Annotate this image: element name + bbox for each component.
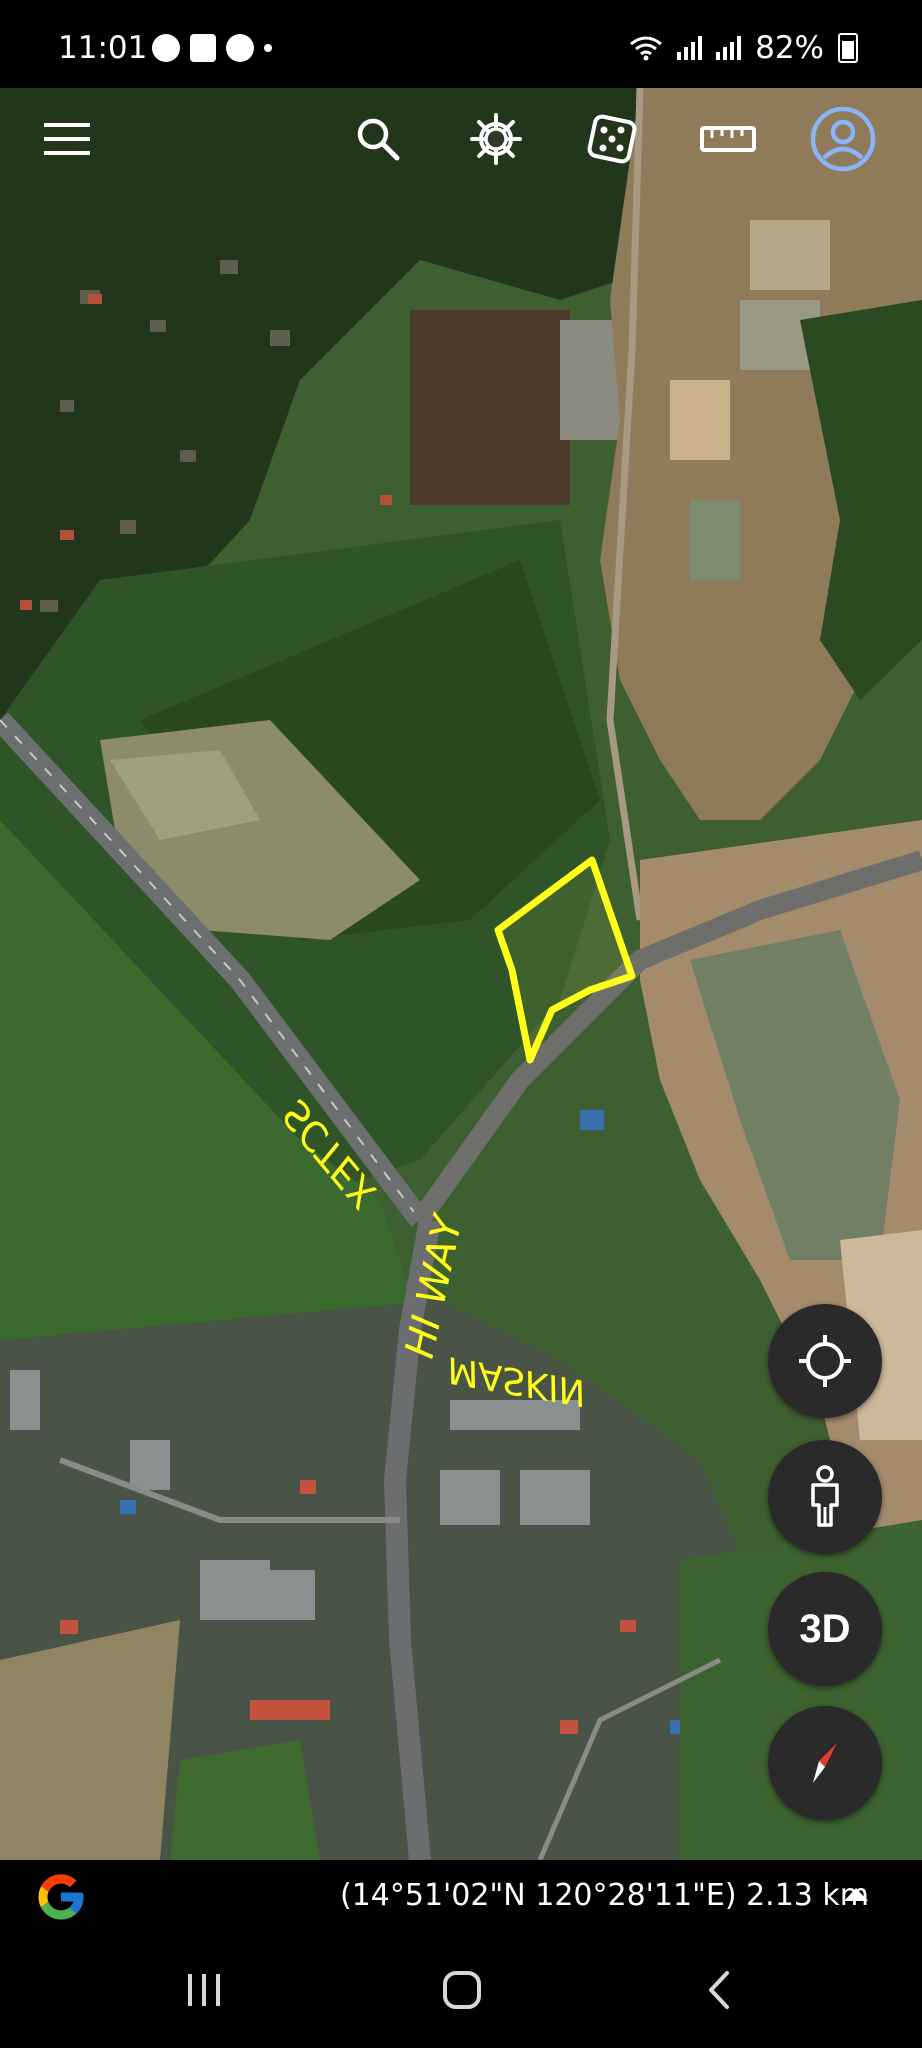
street-view-button[interactable] <box>768 1440 882 1554</box>
notification-icons <box>152 34 272 62</box>
messenger-icon <box>226 34 254 62</box>
3d-label: 3D <box>799 1606 851 1651</box>
my-location-icon <box>799 1335 851 1387</box>
more-notifications-dot-icon <box>264 44 272 52</box>
status-right: 82% <box>629 30 858 66</box>
voyager-icon[interactable] <box>466 109 526 169</box>
wifi-icon <box>630 36 663 61</box>
map-footer: (14°51'02"N 120°28'11"E) 2.13 km <box>0 1860 922 1932</box>
shop-icon <box>190 34 216 62</box>
measure-ruler-icon[interactable] <box>698 109 758 169</box>
status-time: 11:01 <box>58 30 148 66</box>
back-icon <box>709 1971 729 2009</box>
account-icon[interactable] <box>808 104 878 174</box>
compass-icon <box>813 1743 837 1783</box>
3d-toggle-button[interactable]: 3D <box>768 1572 882 1686</box>
menu-icon[interactable] <box>38 109 98 169</box>
battery-icon <box>838 33 858 63</box>
compass-button[interactable] <box>768 1706 882 1820</box>
signal-icon <box>716 36 742 60</box>
expand-caret-icon[interactable] <box>844 1888 868 1901</box>
messenger-icon <box>152 34 180 62</box>
home-button[interactable] <box>422 1960 502 2020</box>
signal-icon <box>677 36 703 60</box>
android-nav-bar <box>0 1932 922 2048</box>
coordinates-scale-readout: (14°51'02"N 120°28'11"E) 2.13 km <box>340 1878 870 1913</box>
feeling-lucky-dice-icon[interactable] <box>582 109 642 169</box>
google-logo-icon <box>38 1874 84 1920</box>
home-icon <box>443 1971 481 2009</box>
recent-apps-icon <box>188 1974 220 2006</box>
status-bar: 11:01 82% <box>0 0 922 88</box>
my-location-button[interactable] <box>768 1304 882 1418</box>
battery-percent: 82% <box>755 30 824 66</box>
street-view-pegman-icon <box>811 1465 839 1527</box>
search-icon[interactable] <box>348 109 408 169</box>
back-button[interactable] <box>680 1960 760 2020</box>
recent-apps-button[interactable] <box>164 1960 244 2020</box>
